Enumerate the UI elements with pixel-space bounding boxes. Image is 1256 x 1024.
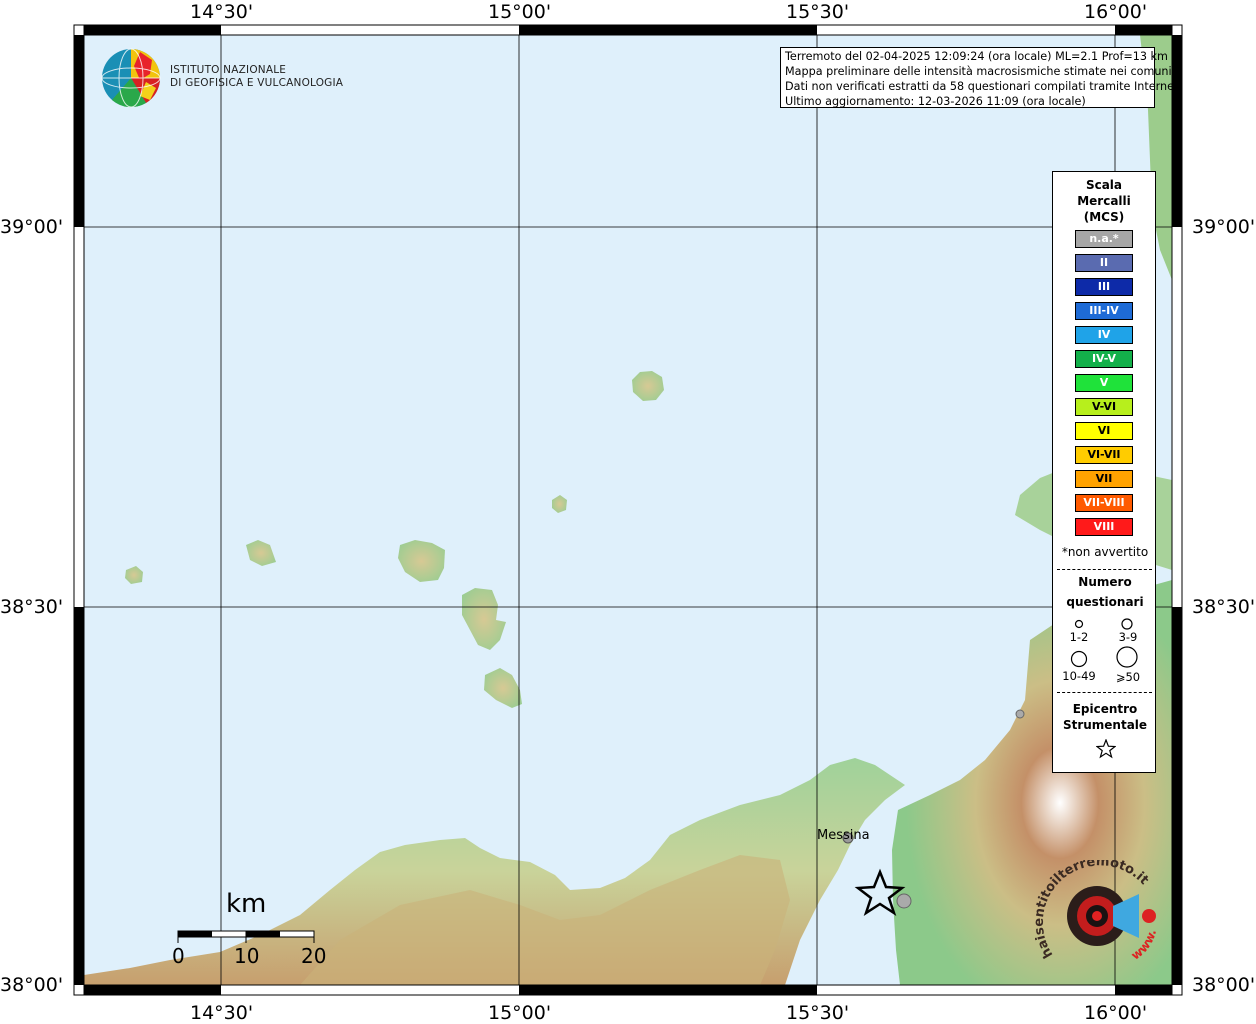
mcs-swatch-0: n.a.*: [1075, 230, 1133, 248]
intensity-point-2: [1015, 709, 1025, 719]
legend-divider-1: [1057, 569, 1152, 570]
star-icon: [1096, 739, 1116, 759]
epicenter-title-line-2: Strumentale: [1062, 718, 1148, 732]
count-label-3-9: 3-9: [1118, 630, 1138, 644]
mcs-swatch-10: VII: [1075, 470, 1133, 488]
lat-label-left-1: 39°00': [0, 216, 64, 238]
lon-label-top-2: 15°00': [488, 1, 552, 23]
count-label-10-49: 10-49: [1062, 669, 1096, 683]
mcs-swatch-12: VIII: [1075, 518, 1133, 536]
event-info-line-2: Mappa preliminare delle intensità macros…: [785, 65, 1172, 78]
ingv-logo-icon: [101, 48, 161, 108]
mcs-swatch-1: II: [1075, 254, 1133, 272]
institute-line-2: DI GEOFISICA E VULCANOLOGIA: [170, 77, 344, 89]
lat-label-right-3: 38°00': [1192, 974, 1256, 996]
count-label-1-2: 1-2: [1069, 630, 1089, 644]
lon-label-bottom-4: 16°00': [1084, 1002, 1148, 1024]
lon-label-bottom-2: 15°00': [488, 1002, 552, 1024]
loudspeaker-target-icon: haisentitoilterremoto.it www.: [1035, 860, 1159, 963]
legend-title-line-2: Mercalli: [1077, 194, 1131, 208]
event-info-line-3: Dati non verificati estratti da 58 quest…: [785, 80, 1182, 93]
lat-label-right-1: 39°00': [1192, 216, 1256, 238]
mcs-legend: Scala Mercalli (MCS) n.a.* II III III-IV IV I…: [1052, 171, 1156, 773]
intensity-point: [896, 893, 912, 909]
mcs-swatch-3: III-IV: [1075, 302, 1133, 320]
city-label-messina: Messina: [817, 828, 870, 843]
count-label-50plus: ⩾50: [1115, 670, 1141, 684]
mcs-swatch-2: III: [1075, 278, 1133, 296]
scale-unit: km: [226, 889, 267, 919]
scale-tick-0: 0: [172, 944, 185, 968]
institute-line-1: ISTITUTO NAZIONALE: [170, 64, 287, 76]
lon-label-bottom-3: 15°30': [786, 1002, 850, 1024]
count-symbol-3-9: [1121, 618, 1133, 630]
mcs-swatch-4: IV: [1075, 326, 1133, 344]
mcs-swatch-9: VI-VII: [1075, 446, 1133, 464]
count-title-line-1: Numero: [1078, 575, 1132, 589]
legend-note: *non avvertito: [1061, 545, 1149, 559]
legend-divider-2: [1057, 692, 1152, 693]
mcs-swatch-11: VII-VIII: [1075, 494, 1133, 512]
event-info-line-4: Ultimo aggiornamento: 12-03-2026 11:09 (…: [785, 95, 1086, 108]
mcs-swatch-7: V-VI: [1075, 398, 1133, 416]
lon-label-top-1: 14°30': [190, 1, 254, 23]
count-symbol-1-2: [1074, 619, 1084, 629]
event-info-box: Terremoto del 02-04-2025 12:09:24 (ora l…: [780, 47, 1182, 108]
count-symbol-50plus: [1116, 646, 1138, 668]
mcs-swatch-8: VI: [1075, 422, 1133, 440]
legend-title-line-1: Scala: [1085, 178, 1123, 192]
lat-label-left-3: 38°00': [0, 974, 64, 996]
count-symbol-10-49: [1070, 650, 1088, 668]
event-info-line-1: Terremoto del 02-04-2025 12:09:24 (ora l…: [785, 50, 1168, 63]
lon-label-top-4: 16°00': [1084, 1, 1148, 23]
legend-title-line-3: (MCS): [1083, 210, 1125, 224]
legend-title: Scala Mercalli (MCS): [1053, 177, 1155, 225]
institute-name: ISTITUTO NAZIONALE DI GEOFISICA E VULCAN…: [170, 64, 343, 90]
epicenter-title-line-1: Epicentro: [1072, 702, 1138, 716]
mcs-swatch-6: V: [1075, 374, 1133, 392]
lon-label-top-3: 15°30': [786, 1, 850, 23]
lat-label-right-2: 38°30': [1192, 596, 1256, 618]
lat-label-left-2: 38°30': [0, 596, 64, 618]
scale-tick-10: 10: [234, 944, 260, 968]
scale-tick-20: 20: [301, 944, 327, 968]
count-title-line-2: questionari: [1066, 595, 1144, 609]
lon-label-bottom-1: 14°30': [190, 1002, 254, 1024]
mcs-swatch-5: IV-V: [1075, 350, 1133, 368]
